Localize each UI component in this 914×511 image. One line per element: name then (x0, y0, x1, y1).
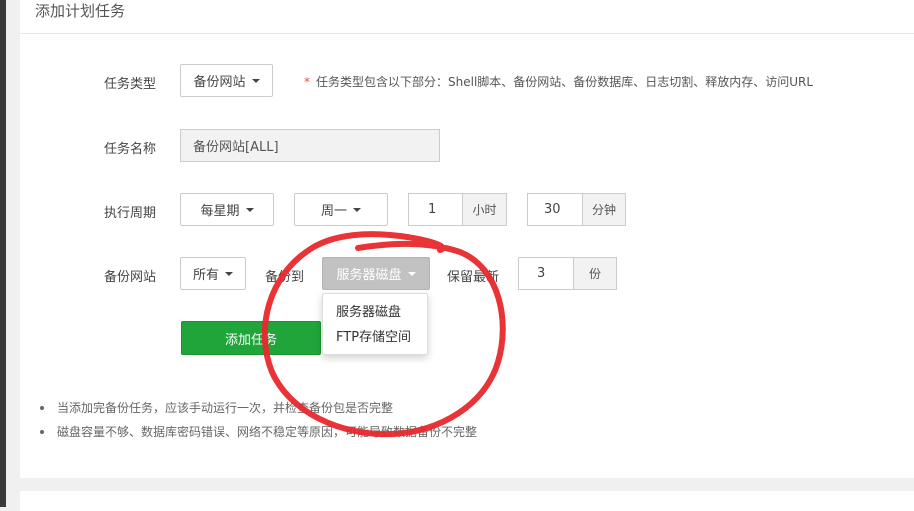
tip-item: 磁盘容量不够、数据库密码错误、网络不稳定等原因，可能导致数据备份不完整 (40, 421, 477, 445)
lower-panel (20, 491, 914, 511)
backup-site-value: 所有 (192, 268, 219, 283)
tip-item: 当添加完备份任务，应该手动运行一次，并检查备份包是否完整 (40, 397, 477, 421)
task-type-value: 备份网站 (193, 75, 246, 90)
required-star: * (304, 75, 310, 89)
cycle-period-select[interactable]: 每星期 (180, 193, 274, 226)
caret-down-icon (407, 271, 416, 276)
task-name-input[interactable]: 备份网站[ALL] (180, 129, 440, 162)
hour-unit: 小时 (462, 193, 507, 226)
weekday-value: 周一 (320, 204, 347, 219)
dropdown-item-ftp-storage[interactable]: FTP存储空间 (323, 325, 427, 350)
backup-to-dropdown-menu: 服务器磁盘 FTP存储空间 (322, 293, 428, 355)
backup-site-label: 备份网站 (104, 270, 157, 285)
keep-latest-label: 保留最新 (447, 270, 500, 285)
weekday-select[interactable]: 周一 (294, 193, 388, 226)
keep-count-input[interactable]: 3 (518, 257, 574, 290)
keep-count-unit: 份 (573, 257, 617, 290)
task-type-label: 任务类型 (104, 77, 157, 92)
dropdown-item-server-disk[interactable]: 服务器磁盘 (323, 300, 427, 325)
task-type-note-text: 任务类型包含以下部分：Shell脚本、备份网站、备份数据库、日志切割、释放内存、… (316, 75, 814, 89)
cycle-period-value: 每星期 (200, 204, 240, 219)
backup-to-value: 服务器磁盘 (336, 268, 402, 283)
backup-to-label: 备份到 (265, 270, 305, 285)
backup-site-select[interactable]: 所有 (180, 257, 246, 290)
cycle-label: 执行周期 (104, 206, 157, 221)
minute-input[interactable]: 30 (527, 193, 583, 226)
task-type-select[interactable]: 备份网站 (180, 64, 273, 97)
hour-input[interactable]: 1 (408, 193, 463, 226)
task-name-label: 任务名称 (104, 142, 157, 157)
minute-unit: 分钟 (582, 193, 626, 226)
add-task-button[interactable]: 添加任务 (181, 321, 321, 355)
page-title: 添加计划任务 (35, 2, 126, 20)
title-divider (20, 33, 914, 34)
caret-down-icon (225, 271, 233, 276)
backup-to-select[interactable]: 服务器磁盘 (322, 257, 430, 290)
tips-list: 当添加完备份任务，应该手动运行一次，并检查备份包是否完整 磁盘容量不够、数据库密… (40, 397, 477, 445)
task-type-note: * 任务类型包含以下部分：Shell脚本、备份网站、备份数据库、日志切割、释放内存… (304, 73, 813, 90)
caret-down-icon (251, 78, 260, 83)
left-sidebar-edge (0, 0, 6, 507)
caret-down-icon (353, 207, 361, 212)
caret-down-icon (245, 207, 254, 212)
